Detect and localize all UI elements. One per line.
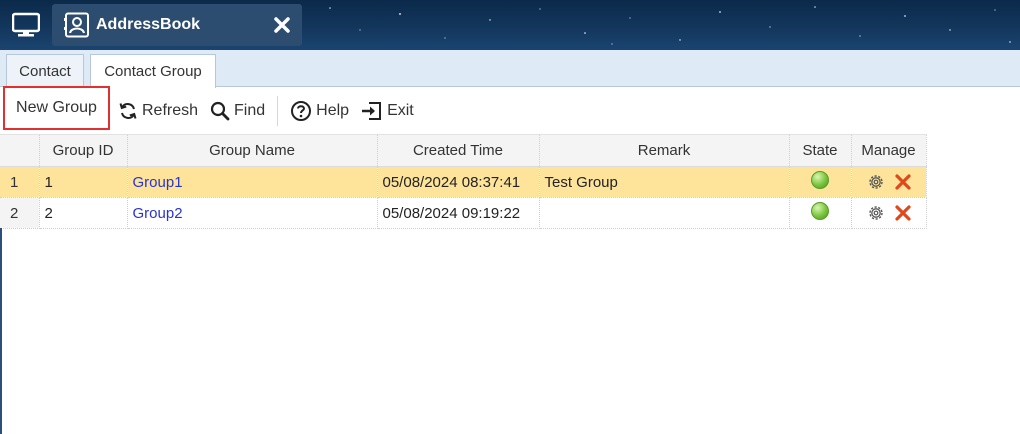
search-icon: [210, 101, 230, 121]
state-active-icon: [811, 171, 829, 189]
close-icon[interactable]: [272, 15, 292, 35]
exit-icon: [362, 102, 382, 120]
help-icon: [291, 101, 312, 121]
toolbar: New Group Refresh Find Help Exit: [0, 86, 1020, 134]
remark-cell: Test Group: [539, 166, 790, 198]
window-left-edge: [0, 228, 2, 434]
delete-icon[interactable]: [894, 173, 912, 191]
tab-label: Contact: [19, 62, 71, 80]
manage-cell: [851, 197, 927, 229]
column-header-remark[interactable]: Remark: [539, 134, 790, 167]
app-title: AddressBook: [96, 16, 201, 33]
exit-label: Exit: [387, 102, 414, 119]
remark-cell: [539, 197, 790, 229]
manage-cell: [851, 166, 927, 198]
group-name-link[interactable]: Group2: [127, 197, 378, 229]
refresh-icon: [119, 103, 137, 119]
desktop-icon[interactable]: [12, 12, 40, 38]
title-bar: AddressBook: [0, 0, 1020, 50]
delete-icon[interactable]: [894, 204, 912, 222]
group-name-link[interactable]: Group1: [127, 166, 378, 198]
refresh-label: Refresh: [142, 102, 199, 119]
column-header-rownum: [0, 134, 40, 167]
row-number: 2: [0, 197, 40, 229]
new-group-label: New Group: [16, 99, 97, 116]
help-button[interactable]: Help: [284, 94, 355, 128]
table-row[interactable]: 2 2 Group2 05/08/2024 09:19:22: [0, 197, 927, 229]
contact-card-icon: [64, 12, 89, 38]
tab-contact-group[interactable]: Contact Group: [90, 54, 216, 88]
exit-button[interactable]: Exit: [355, 94, 420, 128]
column-header-created-time[interactable]: Created Time: [377, 134, 540, 167]
find-button[interactable]: Find: [204, 94, 271, 128]
grid-header-row: Group ID Group Name Created Time Remark …: [0, 134, 927, 167]
state-active-icon: [811, 202, 829, 220]
gear-icon[interactable]: [866, 172, 886, 192]
tab-label: Contact Group: [104, 63, 202, 80]
group-id-cell: 1: [39, 166, 128, 198]
row-number: 1: [0, 166, 40, 198]
help-label: Help: [316, 102, 350, 119]
new-group-button[interactable]: New Group: [3, 86, 110, 130]
tab-contact[interactable]: Contact: [6, 54, 84, 87]
find-label: Find: [234, 102, 266, 119]
state-cell: [789, 166, 852, 198]
created-time-cell: 05/08/2024 09:19:22: [377, 197, 540, 229]
tab-strip: Contact Contact Group: [0, 50, 1020, 88]
column-header-group-id[interactable]: Group ID: [39, 134, 128, 167]
column-header-group-name[interactable]: Group Name: [127, 134, 378, 167]
column-header-manage[interactable]: Manage: [851, 134, 927, 167]
refresh-button[interactable]: Refresh: [112, 94, 204, 128]
app-tab[interactable]: AddressBook: [52, 4, 302, 46]
toolbar-separator: [277, 96, 279, 126]
state-cell: [789, 197, 852, 229]
gear-icon[interactable]: [866, 203, 886, 223]
column-header-state[interactable]: State: [789, 134, 852, 167]
groups-grid: Group ID Group Name Created Time Remark …: [0, 134, 1020, 229]
table-row[interactable]: 1 1 Group1 05/08/2024 08:37:41 Test Grou…: [0, 166, 927, 198]
group-id-cell: 2: [39, 197, 128, 229]
created-time-cell: 05/08/2024 08:37:41: [377, 166, 540, 198]
